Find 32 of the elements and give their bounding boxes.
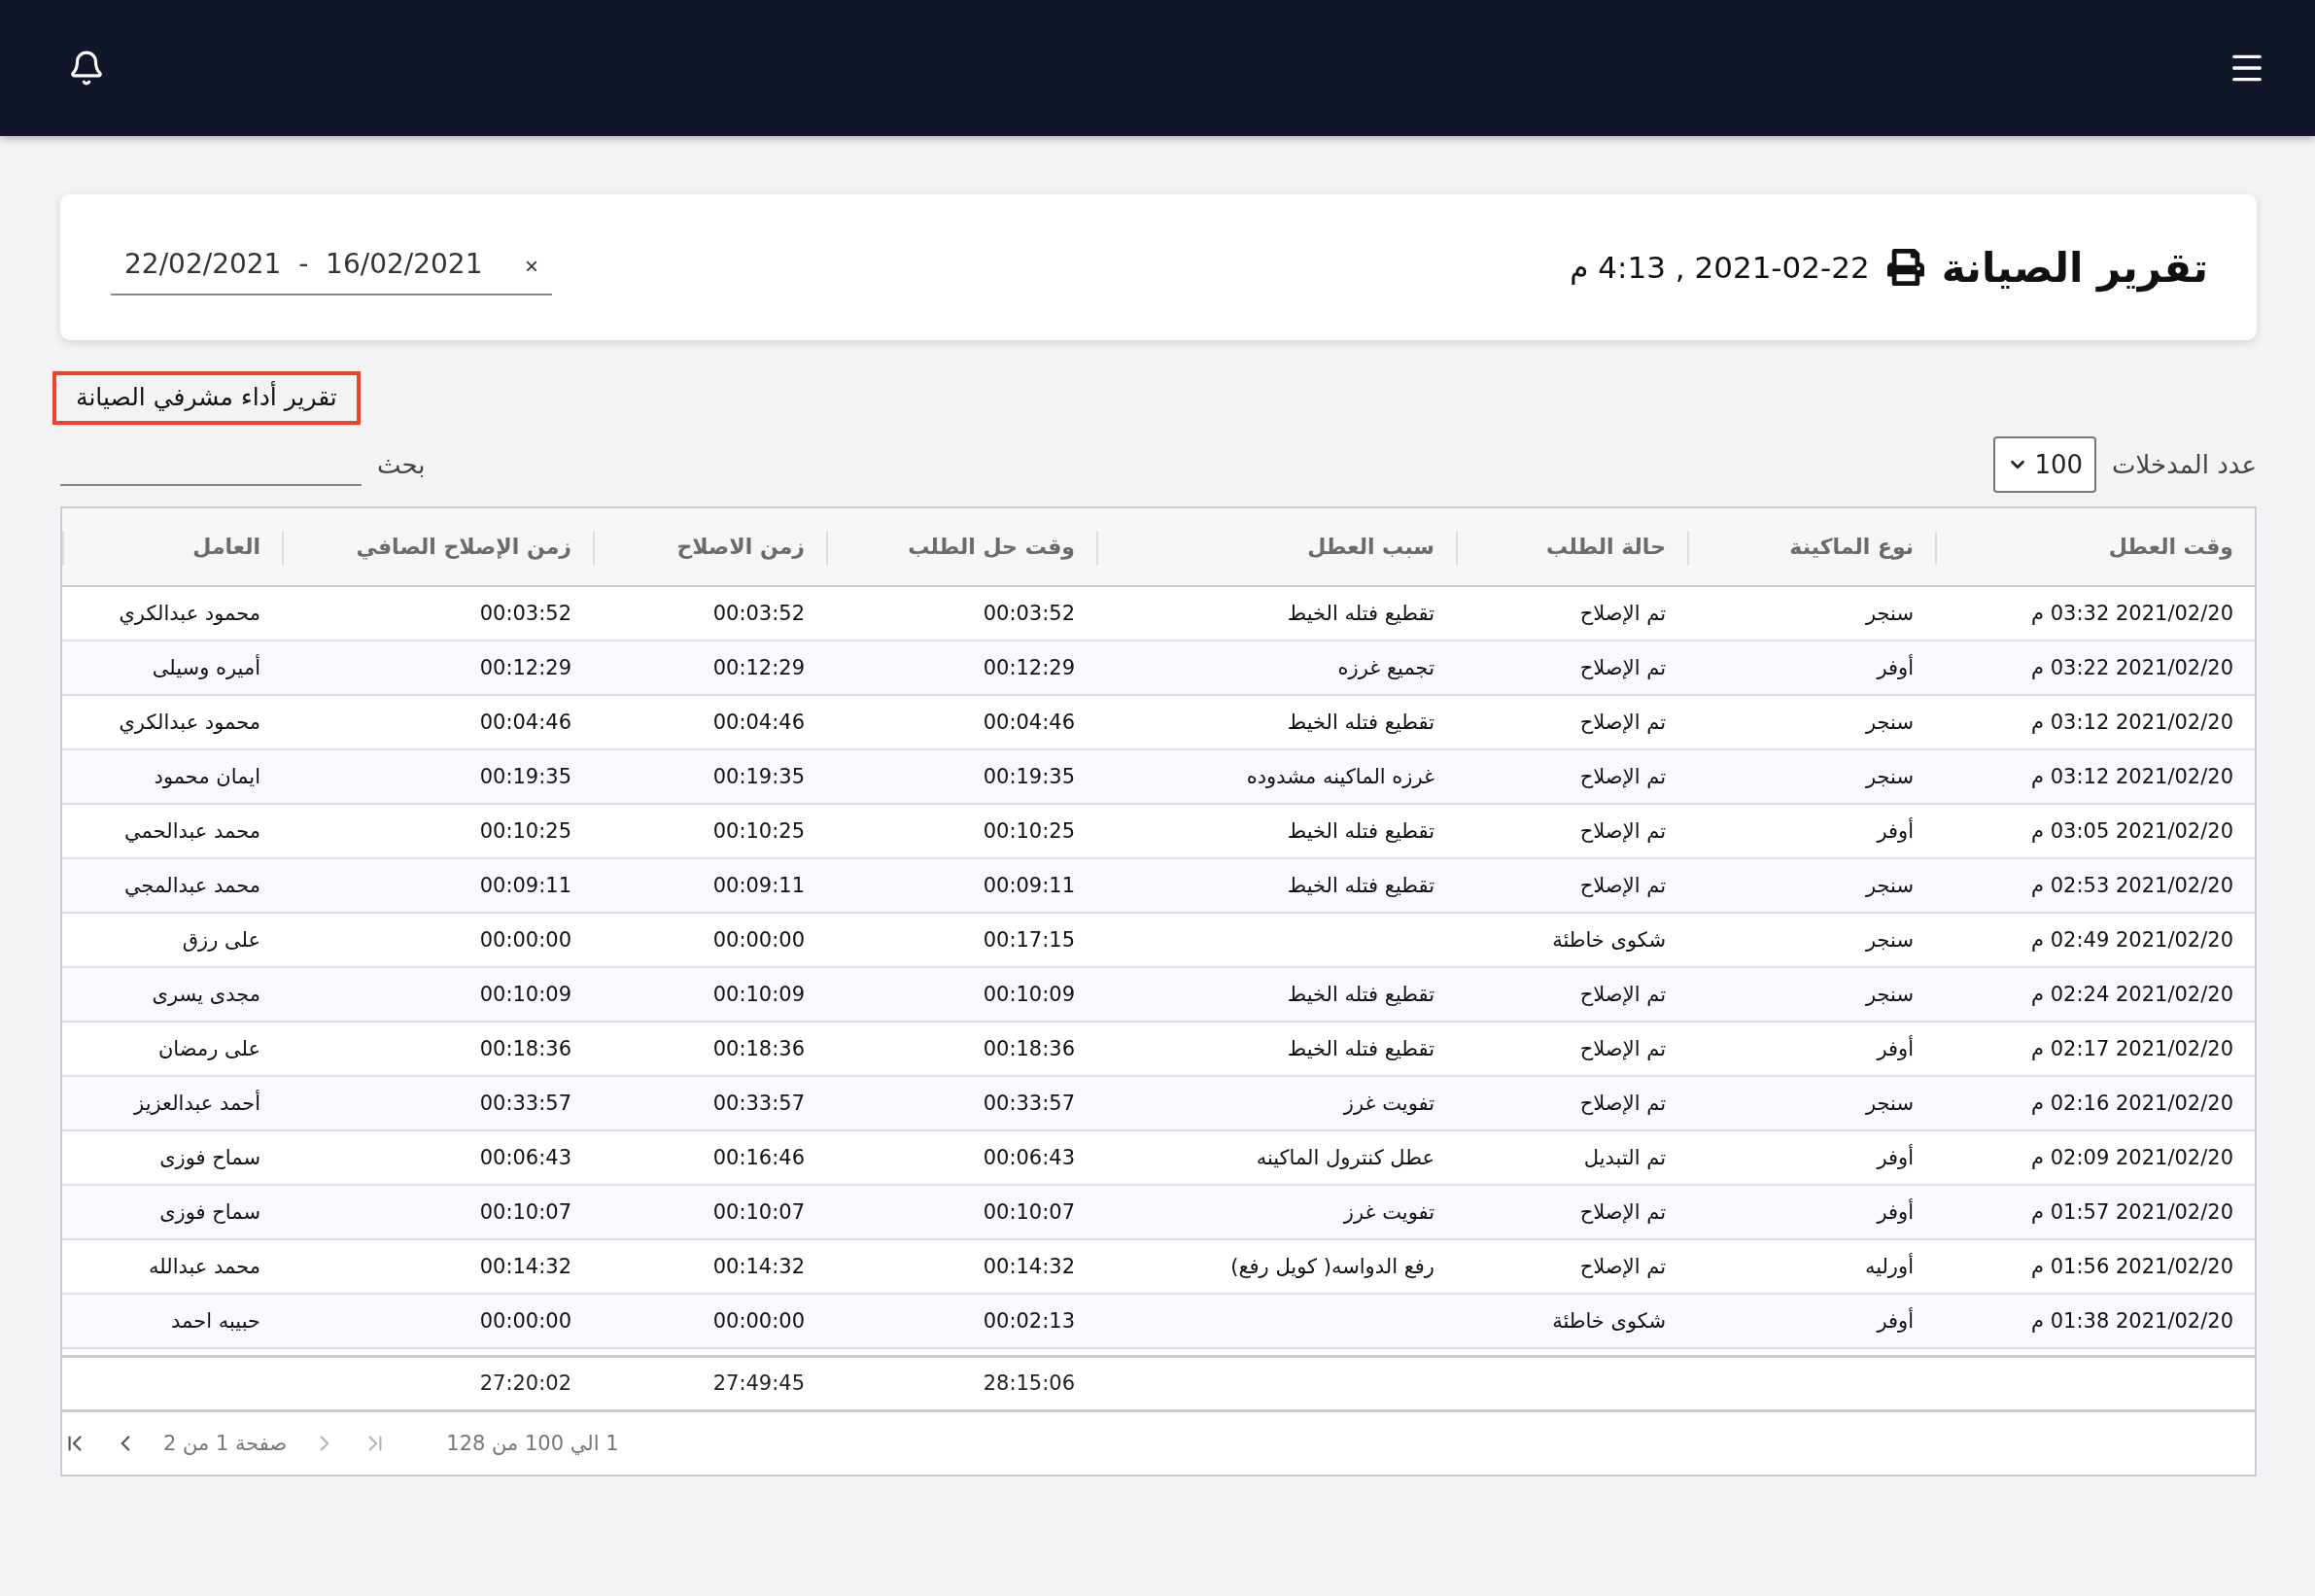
report-title: تقرير الصيانة	[1941, 243, 2208, 292]
column-header[interactable]: زمن الاصلاح	[593, 508, 826, 586]
bell-icon	[68, 50, 105, 87]
entries-select[interactable]: 100	[1993, 436, 2097, 493]
column-header[interactable]: العامل	[62, 508, 282, 586]
printer-icon	[1886, 249, 1924, 286]
table-cell: حبيبه احمد	[62, 1294, 282, 1348]
table-cell: 2021/02/20 01:38 م	[1935, 1294, 2255, 1348]
table-cell: 00:00:00	[593, 1294, 826, 1348]
column-header[interactable]: حالة الطلب	[1456, 508, 1687, 586]
entries-label: عدد المدخلات	[2112, 450, 2257, 479]
search-label: بحث	[377, 450, 426, 479]
range-text: 1 الي 100 من 128	[446, 1431, 619, 1455]
section-title: تقرير أداء مشرفي الصيانة	[52, 371, 361, 425]
total-cell: 28:15:06	[826, 1356, 1096, 1410]
date-range-field[interactable]: 22/02/2021 - 16/02/2021	[111, 239, 519, 295]
print-button[interactable]	[1886, 249, 1924, 286]
column-header[interactable]: سبب العطل	[1096, 508, 1456, 586]
report-timestamp: 2021-02-22 , 4:13 م	[1570, 250, 1870, 285]
column-header[interactable]: وقت حل الطلب	[826, 508, 1096, 586]
notifications-button[interactable]	[68, 50, 105, 87]
page-indicator: صفحة 1 من 2	[163, 1431, 288, 1455]
column-header[interactable]: وقت العطل	[1935, 508, 2255, 586]
table-cell: شكوى خاطئة	[1456, 1294, 1687, 1348]
table-cell: 00:00:00	[282, 1294, 593, 1348]
column-header[interactable]: زمن الإصلاح الصافي	[282, 508, 593, 586]
total-cell: 27:49:45	[593, 1356, 826, 1410]
table-cell: أوفر	[1687, 1294, 1935, 1348]
total-cell: 27:20:02	[282, 1356, 593, 1410]
column-header[interactable]: نوع الماكينة	[1687, 508, 1935, 586]
clear-button[interactable]: ×	[519, 239, 552, 295]
table-cell: 00:02:13	[826, 1294, 1096, 1348]
